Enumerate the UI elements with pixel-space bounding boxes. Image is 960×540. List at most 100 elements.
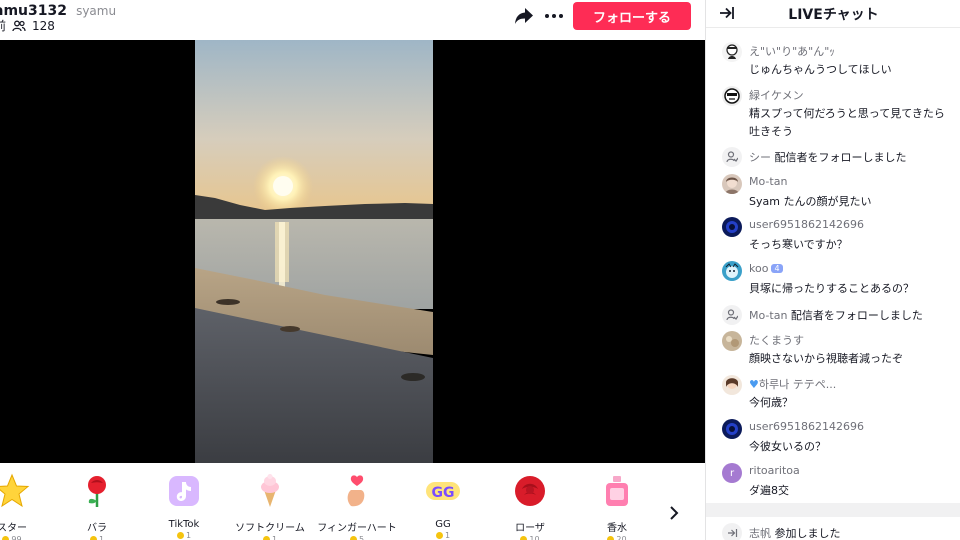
gift-rose[interactable]: バラ 1 [57,473,137,540]
chat-action-text: 配信者をフォローしました [790,309,923,322]
chat-action-text: 配信者をフォローしました [774,151,907,164]
chat-header: LIVEチャット [706,0,960,28]
gift-name: バラ [87,523,107,534]
gg-gift-icon: GG [426,482,460,501]
chat-username[interactable]: たくまうす [749,332,804,348]
coin-icon [520,536,528,540]
chat-username[interactable]: シー [749,151,771,164]
rose-gift-icon [88,476,106,507]
follow-notice-icon [722,305,742,325]
viewers-icon [12,20,26,31]
live-chat-panel: LIVEチャット え"い"り"あ"ん"ｯ じゅんちゃんうつしてほしい 緑イケメン… [705,0,960,540]
gift-star[interactable]: スター 99 [0,473,52,540]
chevron-right-icon [670,506,679,520]
svg-text:GG: GG [432,485,455,501]
coin-icon [435,532,443,539]
chat-username[interactable]: 志帆 [749,527,771,540]
avatar[interactable] [722,42,742,62]
level-badge: 4 [771,264,783,273]
gift-tiktok[interactable]: TikTok 1 [144,473,224,540]
perfume-gift-icon [606,476,628,506]
gift-gg[interactable]: GG GG 1 [403,473,483,540]
star-gift-icon [0,473,30,508]
gift-soft-cream[interactable]: ソフトクリーム 1 [230,473,310,540]
gift-cost: 5 [317,535,397,540]
avatar[interactable]: r [722,463,742,483]
streamer-handle: syamu [76,4,117,18]
gift-cost: 1 [230,535,310,540]
gift-finger-heart[interactable]: フィンガーハート 5 [317,473,397,540]
chat-username[interactable]: Mo-tan [749,175,787,188]
live-video-player[interactable] [0,40,705,463]
gift-cost: 99 [0,535,52,540]
chat-username[interactable]: koo 4 [749,262,783,275]
gift-name: TikTok [168,519,200,530]
gift-cost: 1 [144,531,224,540]
gift-name: フィンガーハート [317,523,397,534]
gift-name: GG [435,519,451,530]
chat-username[interactable]: ritoaritoa [749,464,800,477]
collapse-icon [720,7,734,19]
chat-text: 精スプって何だろうと思って見てきたら吐きそう [749,107,945,138]
gift-name: ソフトクリーム [235,523,305,534]
ice-cream-gift-icon [261,474,279,507]
chat-username[interactable]: 緑イケメン [749,87,804,103]
avatar[interactable] [722,331,742,351]
more-icon [545,14,563,18]
gift-cost: 20 [577,535,657,540]
viewer-prefix: 前 [0,19,7,33]
coin-icon [89,536,97,540]
avatar[interactable] [722,419,742,439]
avatar[interactable] [722,86,742,106]
chat-divider [706,503,960,517]
finger-heart-gift-icon [347,475,365,507]
coin-icon [2,536,10,540]
gift-perfume[interactable]: 香水 20 [577,473,657,540]
coin-icon [176,532,184,539]
coin-icon [262,536,270,540]
viewer-info: 前 128 [0,17,55,34]
chat-username[interactable]: え"い"り"あ"ん"ｯ [749,43,835,59]
avatar[interactable] [722,261,742,281]
gift-cost: 1 [403,531,483,540]
gift-next-button[interactable] [662,501,686,525]
join-notice-icon [722,523,742,540]
gift-name: ローザ [515,523,545,534]
chat-text: じゅんちゃんうつしてほしい [749,63,892,76]
follow-notice-icon [722,147,742,167]
avatar[interactable] [722,217,742,237]
avatar[interactable] [722,174,742,194]
gift-bar: スター 99 バラ 1 TikTok 1 ソフトクリーム 1 フィンガーハート … [0,463,705,540]
coin-icon [349,536,357,540]
chat-username[interactable]: ♥하루나 テテペ... [749,376,836,392]
avatar[interactable] [722,375,742,395]
share-button[interactable] [511,3,537,29]
follow-button[interactable]: フォローする [573,2,691,30]
chat-text: ダ遍8交 [749,484,789,497]
sunset-beach-video [195,40,433,463]
gift-rosa[interactable]: ローザ 10 [490,473,570,540]
chat-text: 顔映さないから視聴者減ったぞ [749,352,903,365]
share-icon [515,8,533,24]
coin-icon [607,536,615,540]
rosa-gift-icon [515,476,545,506]
more-button[interactable] [541,3,567,29]
viewer-count: 128 [32,18,55,33]
live-video-frame [195,40,433,463]
tiktok-gift-icon [169,476,199,506]
chat-username[interactable]: Mo-tan [749,309,787,322]
chat-username[interactable]: user6951862142696 [749,420,864,433]
chat-text: 貝塚に帰ったりすることあるの？ [749,282,914,295]
gift-name: 香水 [607,523,627,534]
chat-title: LIVEチャット [788,6,879,23]
chat-username[interactable]: user6951862142696 [749,218,864,231]
gift-cost: 10 [490,535,570,540]
collapse-chat-button[interactable] [718,4,736,22]
chat-text: Syam たんの顔が見たい [749,195,872,208]
gift-cost: 1 [57,535,137,540]
gift-name: スター [0,523,27,534]
chat-text: そっち寒いですか？ [749,238,848,251]
chat-text: 今何歳？ [749,396,793,409]
chat-action-text: 参加しました [774,527,841,540]
chat-text: 今彼女いるの？ [749,440,826,453]
